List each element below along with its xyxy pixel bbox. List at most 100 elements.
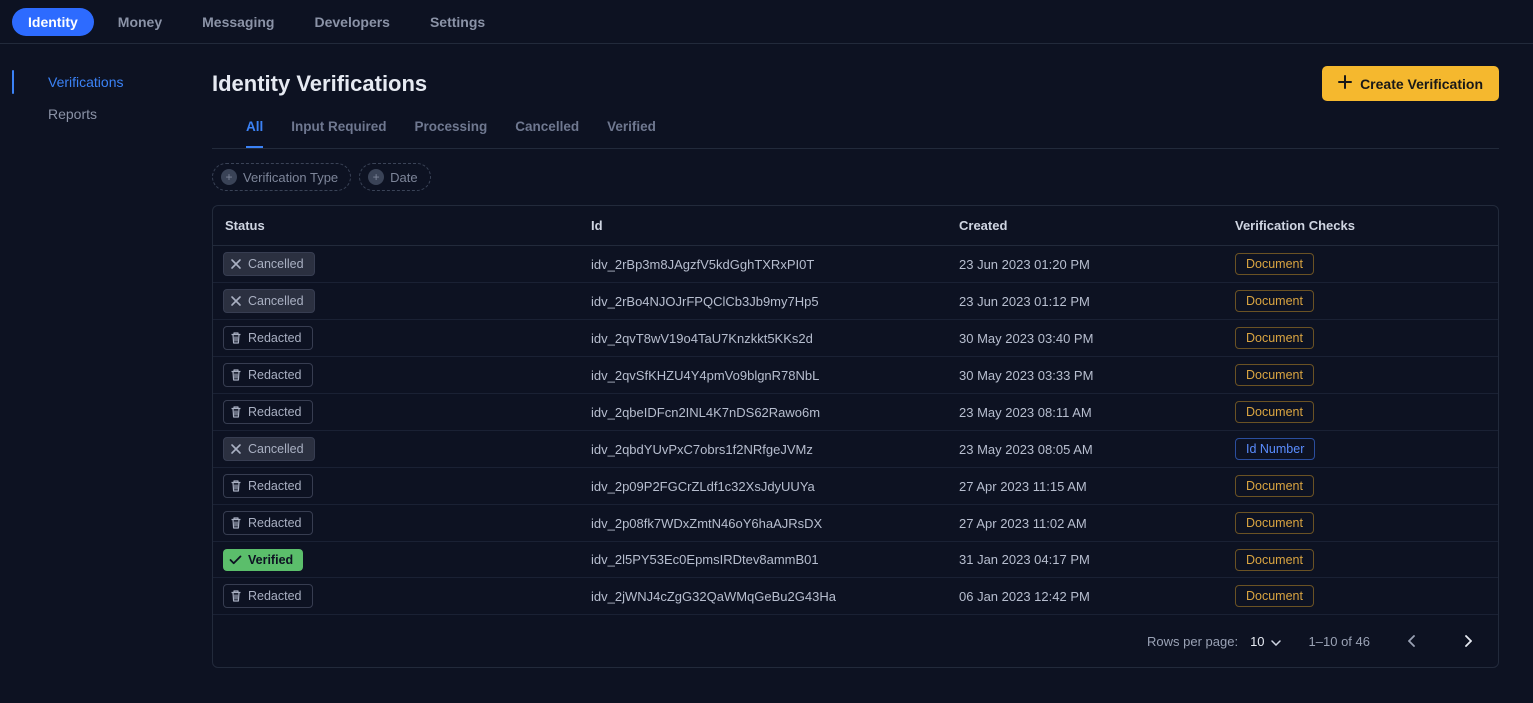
filter-chips: +Verification Type +Date bbox=[212, 149, 1499, 205]
cell-id: idv_2qvSfKHZU4Y4pmVo9blgnR78NbL bbox=[581, 357, 949, 394]
table-row[interactable]: Verified idv_2l5PY53Ec0EpmsIRDtev8ammB013… bbox=[213, 542, 1498, 578]
status-badge-redacted: Redacted bbox=[223, 584, 313, 608]
status-label: Verified bbox=[248, 553, 293, 567]
table-row[interactable]: Redacted idv_2qvSfKHZU4Y4pmVo9blgnR78NbL3… bbox=[213, 357, 1498, 394]
cell-id: idv_2rBp3m8JAgzfV5kdGghTXRxPI0T bbox=[581, 246, 949, 283]
subtab-cancelled[interactable]: Cancelled bbox=[515, 119, 579, 148]
table-row[interactable]: Redactedidv_2p08fk7WDxZmtN46oY6haAJRsDX2… bbox=[213, 505, 1498, 542]
check-badge-idnumber: Id Number bbox=[1235, 438, 1315, 460]
status-badge-redacted: Redacted bbox=[223, 363, 313, 387]
rows-per-page-label: Rows per page: bbox=[1147, 634, 1238, 649]
table-row[interactable]: Redacted idv_2jWNJ4cZgG32QaWMqGeBu2G43Ha0… bbox=[213, 578, 1498, 615]
status-badge-redacted: Redacted bbox=[223, 474, 313, 498]
filter-chip-date[interactable]: +Date bbox=[359, 163, 430, 191]
x-icon bbox=[230, 258, 242, 270]
status-label: Redacted bbox=[248, 368, 302, 382]
check-badge-document: Document bbox=[1235, 549, 1314, 571]
table-row[interactable]: Cancelledidv_2rBo4NJOJrFPQClCb3Jb9my7Hp5… bbox=[213, 283, 1498, 320]
status-badge-cancelled: Cancelled bbox=[223, 252, 315, 276]
sidebar-item-reports[interactable]: Reports bbox=[0, 98, 211, 130]
main-content: Identity Verifications Create Verificati… bbox=[212, 44, 1533, 703]
status-label: Redacted bbox=[248, 516, 302, 530]
trash-icon bbox=[230, 331, 242, 345]
filter-chip-verification-type[interactable]: +Verification Type bbox=[212, 163, 351, 191]
topnav-tab-developers[interactable]: Developers bbox=[298, 8, 405, 36]
check-badge-document: Document bbox=[1235, 475, 1314, 497]
status-badge-cancelled: Cancelled bbox=[223, 289, 315, 313]
cell-created: 31 Jan 2023 04:17 PM bbox=[949, 542, 1225, 578]
sidebar: VerificationsReports bbox=[0, 44, 212, 703]
chevron-down-icon bbox=[1271, 634, 1281, 649]
filter-chip-label: Date bbox=[390, 170, 417, 185]
pagination: Rows per page: 10 1–10 of 46 bbox=[213, 614, 1498, 667]
rows-per-page-select[interactable]: 10 bbox=[1250, 634, 1280, 649]
filter-chip-label: Verification Type bbox=[243, 170, 338, 185]
layout: VerificationsReports Identity Verificati… bbox=[0, 44, 1533, 703]
check-badge-document: Document bbox=[1235, 512, 1314, 534]
check-badge-document: Document bbox=[1235, 401, 1314, 423]
subtab-input-required[interactable]: Input Required bbox=[291, 119, 386, 148]
cell-created: 23 Jun 2023 01:12 PM bbox=[949, 283, 1225, 320]
cell-id: idv_2jWNJ4cZgG32QaWMqGeBu2G43Ha bbox=[581, 578, 949, 615]
status-label: Redacted bbox=[248, 331, 302, 345]
table-row[interactable]: Cancelled idv_2rBp3m8JAgzfV5kdGghTXRxPI0T… bbox=[213, 246, 1498, 283]
column-header-checks[interactable]: Verification Checks bbox=[1225, 206, 1498, 246]
status-label: Redacted bbox=[248, 479, 302, 493]
check-badge-document: Document bbox=[1235, 327, 1314, 349]
check-badge-document: Document bbox=[1235, 364, 1314, 386]
cell-created: 06 Jan 2023 12:42 PM bbox=[949, 578, 1225, 615]
rows-per-page: Rows per page: 10 bbox=[1147, 634, 1281, 649]
table-header-row: Status Id Created Verification Checks bbox=[213, 206, 1498, 246]
subtab-processing[interactable]: Processing bbox=[415, 119, 488, 148]
cell-created: 23 May 2023 08:05 AM bbox=[949, 431, 1225, 468]
trash-icon bbox=[230, 368, 242, 382]
create-verification-button[interactable]: Create Verification bbox=[1322, 66, 1499, 101]
check-icon bbox=[229, 555, 242, 565]
x-icon bbox=[230, 295, 242, 307]
status-label: Redacted bbox=[248, 589, 302, 603]
status-badge-redacted: Redacted bbox=[223, 400, 313, 424]
top-nav: Identity Money Messaging Developers Settings bbox=[0, 0, 1533, 44]
table-row[interactable]: Cancelled idv_2qbdYUvPxC7obrs1f2NRfgeJVMz… bbox=[213, 431, 1498, 468]
pagination-prev-button[interactable] bbox=[1398, 627, 1426, 655]
topnav-tab-messaging[interactable]: Messaging bbox=[186, 8, 290, 36]
pagination-range: 1–10 of 46 bbox=[1309, 634, 1370, 649]
cell-id: idv_2p08fk7WDxZmtN46oY6haAJRsDX bbox=[581, 505, 949, 542]
trash-icon bbox=[230, 479, 242, 493]
trash-icon bbox=[230, 516, 242, 530]
sidebar-item-verifications[interactable]: Verifications bbox=[0, 66, 211, 98]
column-header-id[interactable]: Id bbox=[581, 206, 949, 246]
verifications-table: Status Id Created Verification Checks Ca… bbox=[212, 205, 1499, 668]
header-row: Identity Verifications Create Verificati… bbox=[212, 66, 1499, 101]
pagination-next-button[interactable] bbox=[1454, 627, 1482, 655]
check-badge-document: Document bbox=[1235, 253, 1314, 275]
column-header-status[interactable]: Status bbox=[213, 206, 581, 246]
trash-icon bbox=[230, 589, 242, 603]
cell-id: idv_2qbeIDFcn2INL4K7nDS62Rawo6m bbox=[581, 394, 949, 431]
check-badge-document: Document bbox=[1235, 585, 1314, 607]
subtab-all[interactable]: All bbox=[246, 119, 263, 148]
table-row[interactable]: Redactedidv_2p09P2FGCrZLdf1c32XsJdyUUYa2… bbox=[213, 468, 1498, 505]
cell-id: idv_2qbdYUvPxC7obrs1f2NRfgeJVMz bbox=[581, 431, 949, 468]
topnav-tab-identity[interactable]: Identity bbox=[12, 8, 94, 36]
status-badge-redacted: Redacted bbox=[223, 511, 313, 535]
topnav-tab-money[interactable]: Money bbox=[102, 8, 178, 36]
status-label: Cancelled bbox=[248, 442, 304, 456]
plus-icon bbox=[1338, 75, 1352, 92]
cell-created: 30 May 2023 03:40 PM bbox=[949, 320, 1225, 357]
status-badge-redacted: Redacted bbox=[223, 326, 313, 350]
cell-created: 23 Jun 2023 01:20 PM bbox=[949, 246, 1225, 283]
subtab-verified[interactable]: Verified bbox=[607, 119, 656, 148]
cell-created: 30 May 2023 03:33 PM bbox=[949, 357, 1225, 394]
trash-icon bbox=[230, 405, 242, 419]
x-icon bbox=[230, 443, 242, 455]
cell-id: idv_2l5PY53Ec0EpmsIRDtev8ammB01 bbox=[581, 542, 949, 578]
sub-tabs: All Input Required Processing Cancelled Veri… bbox=[212, 119, 1499, 149]
table-row[interactable]: Redactedidv_2qbeIDFcn2INL4K7nDS62Rawo6m2… bbox=[213, 394, 1498, 431]
table-row[interactable]: Redactedidv_2qvT8wV19o4TaU7Knzkkt5KKs2d3… bbox=[213, 320, 1498, 357]
create-verification-label: Create Verification bbox=[1360, 76, 1483, 92]
topnav-tab-settings[interactable]: Settings bbox=[414, 8, 501, 36]
check-badge-document: Document bbox=[1235, 290, 1314, 312]
status-badge-verified: Verified bbox=[223, 549, 303, 571]
column-header-created[interactable]: Created bbox=[949, 206, 1225, 246]
